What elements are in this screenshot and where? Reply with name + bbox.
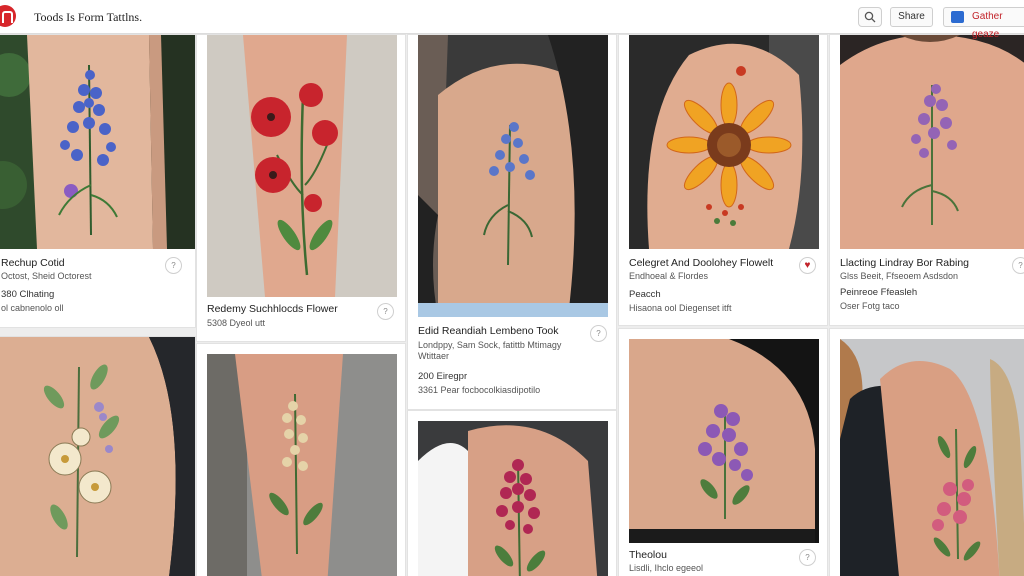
pin-card[interactable] — [407, 410, 617, 576]
pin-subtitle: Endhoeal & Flordes — [629, 271, 709, 281]
pin-extra: Hisaona ool Diegenset itft — [629, 303, 732, 313]
search-icon — [864, 11, 876, 23]
pin-card[interactable]: Rechup Cotid Octost, Sheid Octorest 380 … — [0, 34, 196, 328]
pin-icon[interactable]: ? — [799, 549, 816, 566]
pin-image[interactable] — [840, 35, 1024, 249]
pin-stat: Peinreoe Ffeasleh — [840, 287, 918, 298]
pinterest-logo-icon[interactable] — [0, 5, 16, 27]
pin-extra: 3361 Pear focbocolkiasdipotilo — [418, 385, 541, 395]
pin-title[interactable]: Celegret And Doolohey Flowelt — [629, 257, 773, 269]
pin-subtitle: Londppy, Sam Sock, fatittb Mtimagy — [418, 340, 562, 350]
save-button-label: Gather geaze — [972, 11, 1003, 40]
pin-card[interactable] — [196, 343, 406, 576]
pin-stat: 380 Clhating — [1, 289, 55, 300]
pin-extra: ol cabnenolo oll — [1, 303, 64, 313]
pin-icon[interactable]: ? — [377, 303, 394, 320]
pin-card[interactable]: Celegret And Doolohey Flowelt Endhoeal &… — [618, 34, 828, 326]
share-button[interactable]: Share — [890, 7, 933, 27]
pin-meta: Wtittaer — [418, 351, 450, 361]
pin-icon[interactable]: ? — [1012, 257, 1024, 274]
pin-extra: Oser Fotg taco — [840, 301, 900, 311]
pin-card[interactable] — [0, 336, 196, 576]
pin-title[interactable]: Edid Reandiah Lembeno Took — [418, 325, 559, 337]
search-button[interactable] — [858, 7, 882, 27]
pin-subtitle: Glss Beeit, Ffseoem Asdsdon — [840, 271, 959, 281]
pin-image[interactable] — [629, 35, 819, 249]
pin-card[interactable]: Theolou Lisdli, Ihclo egeeol ? — [618, 328, 828, 576]
pin-stat: Peacch — [629, 289, 661, 300]
top-bar: Toods Is Form Tattlns. Share Gather geaz… — [0, 0, 1024, 40]
pin-icon[interactable]: ? — [590, 325, 607, 342]
pin-image[interactable] — [840, 339, 1024, 576]
pin-icon[interactable]: ? — [165, 257, 182, 274]
pin-title[interactable]: Redemy Suchhlocds Flower — [207, 303, 338, 315]
pin-card[interactable] — [829, 328, 1024, 576]
pin-subtitle: 5308 Dyeol utt — [207, 318, 266, 328]
save-button[interactable]: Gather geaze — [943, 7, 1024, 40]
pin-subtitle: Lisdli, Ihclo egeeol — [629, 563, 704, 573]
save-badge-icon — [951, 11, 964, 23]
pin-subtitle: Octost, Sheid Octorest — [1, 271, 92, 281]
pin-card[interactable]: Edid Reandiah Lembeno Took Londppy, Sam … — [407, 34, 617, 410]
pin-image[interactable] — [0, 337, 195, 576]
pin-title[interactable]: Theolou — [629, 549, 667, 561]
heart-icon[interactable]: ♥ — [799, 257, 816, 274]
pin-stat: 200 Eiregpr — [418, 371, 468, 382]
pin-card[interactable]: Redemy Suchhlocds Flower 5308 Dyeol utt … — [196, 34, 406, 342]
pin-title[interactable]: Llacting Lindray Bor Rabing — [840, 257, 969, 269]
pin-image[interactable] — [629, 339, 819, 543]
pin-card[interactable]: Llacting Lindray Bor Rabing Glss Beeit, … — [829, 34, 1024, 326]
board-title: Toods Is Form Tattlns. — [34, 10, 143, 24]
pin-image[interactable] — [207, 35, 397, 297]
pin-image[interactable] — [0, 35, 195, 249]
pin-image[interactable] — [207, 354, 397, 576]
pin-image[interactable] — [418, 421, 608, 576]
pin-title[interactable]: Rechup Cotid — [1, 257, 65, 269]
pin-image[interactable] — [418, 35, 608, 317]
